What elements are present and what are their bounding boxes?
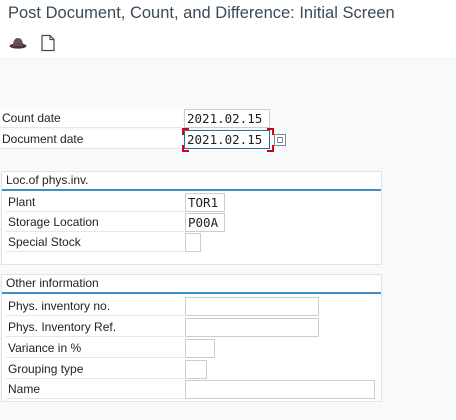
- plant-label: Plant: [6, 193, 184, 212]
- focus-corner-br: [267, 145, 274, 152]
- count-date-label: Count date: [0, 109, 182, 128]
- other-information-group: Other information Phys. inventory no. Ph…: [1, 274, 382, 402]
- document-date-label: Document date: [0, 130, 182, 149]
- variance-label: Variance in %: [6, 339, 184, 358]
- main-content: Count date Document date Loc.of phys.inv…: [0, 59, 456, 420]
- loc-phys-inv-group: Loc.of phys.inv. Plant Storage Location …: [1, 171, 382, 265]
- focus-corner-bl: [182, 145, 189, 152]
- document-date-input[interactable]: [184, 130, 270, 149]
- application-toolbar: [0, 28, 456, 59]
- focus-corner-tr: [267, 128, 274, 135]
- phys-inventory-ref-input[interactable]: [185, 318, 319, 337]
- value-help-icon[interactable]: [274, 134, 286, 146]
- document-icon: [41, 34, 55, 52]
- title-bar: Post Document, Count, and Difference: In…: [0, 0, 456, 29]
- new-document-button[interactable]: [38, 34, 58, 52]
- variance-input[interactable]: [185, 339, 215, 358]
- special-stock-input[interactable]: [185, 233, 201, 252]
- count-date-input[interactable]: [184, 109, 270, 128]
- storage-location-label: Storage Location: [6, 213, 184, 232]
- special-stock-label: Special Stock: [6, 233, 184, 252]
- loc-group-divider: [2, 189, 381, 191]
- name-input[interactable]: [185, 380, 375, 399]
- hat-icon: [9, 38, 27, 49]
- focus-corner-tl: [182, 128, 189, 135]
- storage-location-input[interactable]: [185, 213, 225, 232]
- phys-inventory-ref-label: Phys. Inventory Ref.: [6, 318, 184, 337]
- grouping-type-input[interactable]: [185, 360, 207, 379]
- page-title: Post Document, Count, and Difference: In…: [8, 4, 395, 22]
- plant-input[interactable]: [185, 193, 225, 212]
- name-label: Name: [6, 380, 184, 399]
- other-group-divider: [2, 292, 381, 294]
- held-data-button[interactable]: [8, 34, 28, 52]
- phys-inventory-no-label: Phys. inventory no.: [6, 297, 184, 316]
- grouping-type-label: Grouping type: [6, 360, 184, 379]
- other-group-title: Other information: [6, 276, 99, 290]
- phys-inventory-no-input[interactable]: [185, 297, 319, 316]
- loc-group-title: Loc.of phys.inv.: [6, 173, 89, 187]
